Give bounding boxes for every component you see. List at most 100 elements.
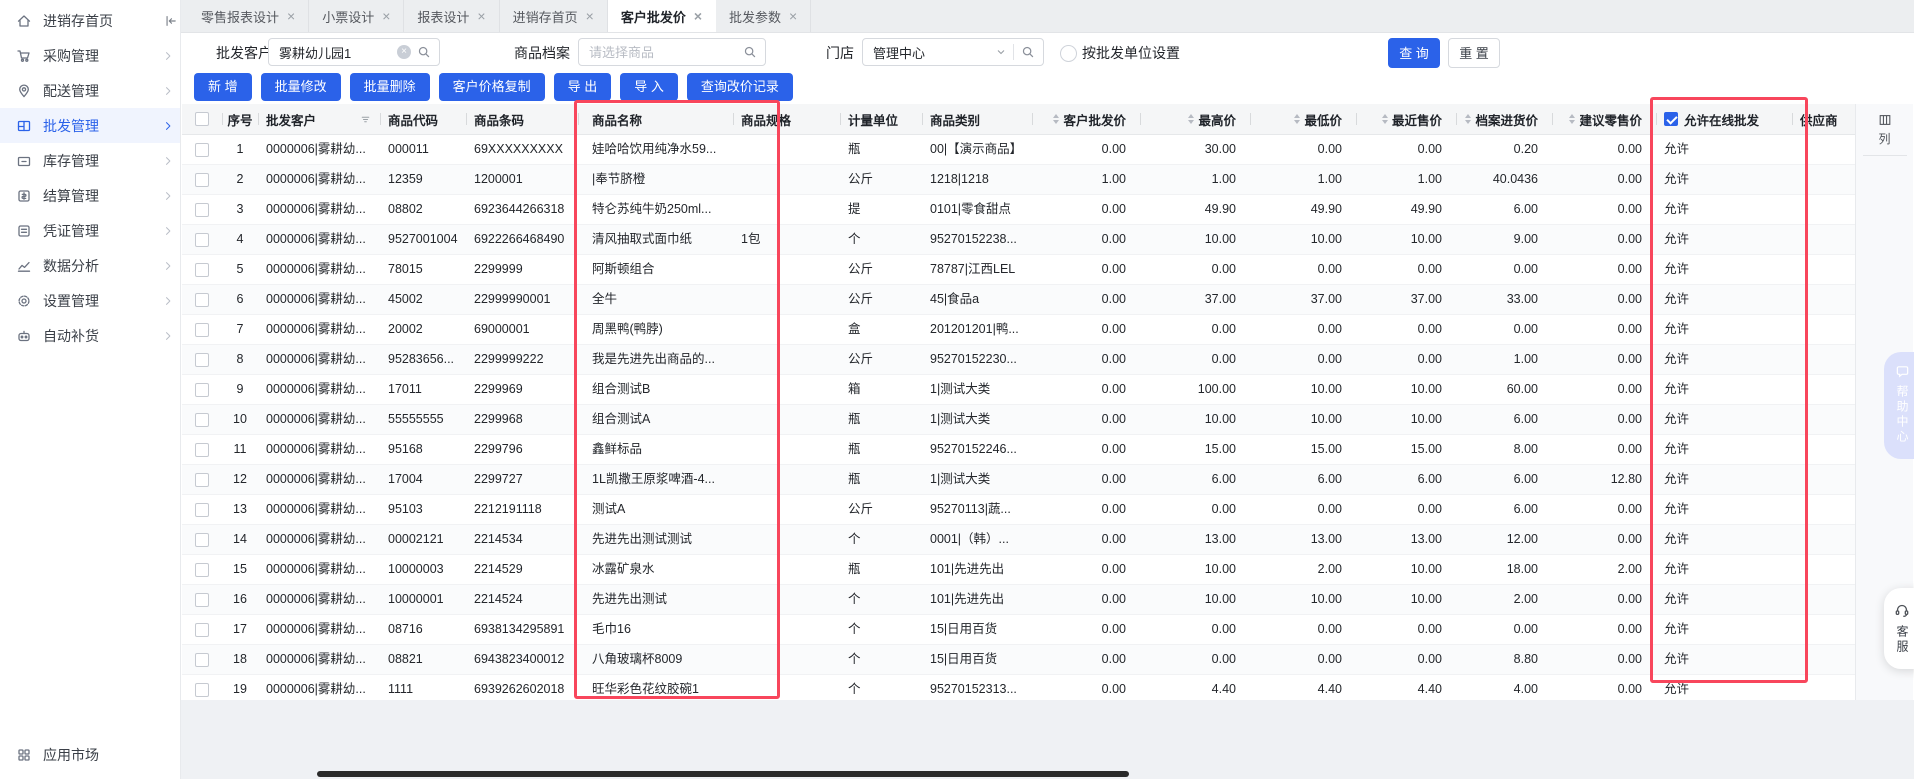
- action-button[interactable]: 导 出: [553, 73, 612, 101]
- cell-barcode: 2299999: [474, 262, 523, 276]
- row-checkbox[interactable]: [195, 472, 209, 487]
- column-header-last[interactable]: 最近售价: [1356, 104, 1456, 134]
- sidebar-item[interactable]: 数据分析: [0, 248, 180, 283]
- row-checkbox[interactable]: [195, 622, 209, 637]
- store-select[interactable]: [862, 38, 1044, 66]
- row-checkbox[interactable]: [195, 532, 209, 547]
- cart-icon: [16, 48, 32, 64]
- sidebar-item[interactable]: 结算管理: [0, 178, 180, 213]
- sidebar-item[interactable]: 库存管理: [0, 143, 180, 178]
- close-icon[interactable]: ×: [382, 9, 390, 23]
- sidebar-item[interactable]: 进销存首页: [0, 3, 180, 38]
- cell-allow: 允许: [1664, 142, 1690, 156]
- sort-icon[interactable]: [1188, 114, 1195, 124]
- sort-icon[interactable]: [1569, 114, 1576, 124]
- row-checkbox[interactable]: [195, 202, 209, 217]
- row-checkbox[interactable]: [195, 652, 209, 667]
- sidebar-item[interactable]: 自动补货: [0, 318, 180, 353]
- cell-allow: 允许: [1664, 172, 1690, 186]
- sidebar-item[interactable]: 凭证管理: [0, 213, 180, 248]
- sidebar-item[interactable]: 配送管理: [0, 73, 180, 108]
- chevron-down-icon[interactable]: [995, 46, 1007, 58]
- row-checkbox[interactable]: [195, 562, 209, 577]
- tab-active[interactable]: 客户批发价 ×: [607, 0, 717, 32]
- column-header-purchase[interactable]: 档案进货价: [1456, 104, 1552, 134]
- sidebar-item[interactable]: 采购管理: [0, 38, 180, 73]
- sidebar-item[interactable]: 设置管理: [0, 283, 180, 318]
- action-button[interactable]: 批量删除: [349, 73, 430, 101]
- tab-item[interactable]: 小票设计 ×: [309, 0, 405, 32]
- cell-supplier: [1792, 165, 1854, 194]
- action-button[interactable]: 客户价格复制: [438, 73, 545, 101]
- customer-service-button[interactable]: 客服: [1884, 588, 1914, 669]
- cell-barcode: 2299727: [474, 472, 523, 486]
- row-checkbox[interactable]: [195, 412, 209, 427]
- row-checkbox[interactable]: [195, 142, 209, 157]
- cell-purchase: 6.00: [1513, 472, 1538, 486]
- query-button[interactable]: 查 询: [1388, 38, 1440, 68]
- sort-icon[interactable]: [1053, 114, 1060, 124]
- sort-icon[interactable]: [1294, 114, 1301, 124]
- cell-supplier: [1792, 345, 1854, 374]
- select-all-checkbox[interactable]: [195, 112, 209, 126]
- wholesale-customer-value[interactable]: [277, 43, 393, 61]
- search-icon[interactable]: [417, 45, 431, 59]
- close-icon[interactable]: ×: [789, 9, 797, 23]
- headset-icon: [1894, 602, 1910, 618]
- tab-item[interactable]: 报表设计 ×: [404, 0, 500, 32]
- cell-spec: [733, 645, 840, 674]
- tab-item[interactable]: 进销存首页 ×: [500, 0, 608, 32]
- product-archive-placeholder[interactable]: [587, 43, 743, 61]
- product-archive-input[interactable]: [578, 38, 766, 66]
- row-checkbox[interactable]: [195, 172, 209, 187]
- row-checkbox[interactable]: [195, 592, 209, 607]
- reset-button[interactable]: 重 置: [1448, 38, 1500, 68]
- row-checkbox[interactable]: [195, 352, 209, 367]
- row-checkbox[interactable]: [195, 232, 209, 247]
- action-button[interactable]: 导 入: [620, 73, 678, 101]
- search-icon[interactable]: [743, 45, 757, 59]
- allow-online-header-checkbox[interactable]: [1664, 112, 1678, 126]
- clear-icon[interactable]: ×: [397, 45, 411, 59]
- store-value[interactable]: [871, 43, 995, 61]
- row-checkbox[interactable]: [195, 502, 209, 517]
- close-icon[interactable]: ×: [694, 9, 702, 23]
- tab-item[interactable]: 零售报表设计 ×: [188, 0, 310, 32]
- row-checkbox[interactable]: [195, 682, 209, 697]
- cell-code: 17011: [388, 382, 422, 396]
- column-header-wholesale[interactable]: 客户批发价: [1032, 104, 1140, 134]
- search-icon[interactable]: [1021, 45, 1035, 59]
- action-button[interactable]: 新 增: [194, 73, 252, 101]
- filter-icon[interactable]: [359, 113, 372, 126]
- row-checkbox[interactable]: [195, 382, 209, 397]
- row-checkbox[interactable]: [195, 262, 209, 277]
- sort-icon[interactable]: [1381, 114, 1388, 124]
- action-button[interactable]: 查询改价记录: [686, 73, 793, 101]
- cell-code: 00002121: [388, 532, 444, 546]
- horizontal-scrollbar-thumb[interactable]: [317, 771, 1129, 777]
- wholesale-customer-input[interactable]: ×: [268, 38, 440, 66]
- row-checkbox[interactable]: [195, 442, 209, 457]
- column-header-retail[interactable]: 建议零售价: [1552, 104, 1656, 134]
- row-checkbox[interactable]: [195, 322, 209, 337]
- close-icon[interactable]: ×: [477, 9, 485, 23]
- table-row: 13 0000006|雾耕幼... 95103 2212191118 测试A 公斤 9527…: [182, 495, 1855, 525]
- cell-code: 45002: [388, 292, 423, 306]
- cell-purchase: 8.80: [1513, 652, 1538, 666]
- sidebar-item[interactable]: 批发管理: [0, 108, 180, 143]
- sidebar-collapse-icon[interactable]: [164, 14, 178, 28]
- cell-retail: 0.00: [1617, 502, 1642, 516]
- close-icon[interactable]: ×: [287, 9, 295, 23]
- by-wholesale-unit-checkbox[interactable]: [1060, 45, 1077, 62]
- close-icon[interactable]: ×: [586, 9, 594, 23]
- column-header-min[interactable]: 最低价: [1250, 104, 1356, 134]
- column-settings-button[interactable]: 列: [1856, 113, 1913, 147]
- sidebar-item-app-market[interactable]: 应用市场: [16, 745, 99, 765]
- row-checkbox[interactable]: [195, 292, 209, 307]
- action-button[interactable]: 批量修改: [260, 73, 341, 101]
- sort-icon[interactable]: [1465, 114, 1472, 124]
- help-center-button[interactable]: 帮助中心: [1884, 352, 1914, 459]
- column-header-max[interactable]: 最高价: [1140, 104, 1250, 134]
- tab-item[interactable]: 批发参数 ×: [716, 0, 812, 32]
- cell-name: 组合测试A: [592, 412, 651, 426]
